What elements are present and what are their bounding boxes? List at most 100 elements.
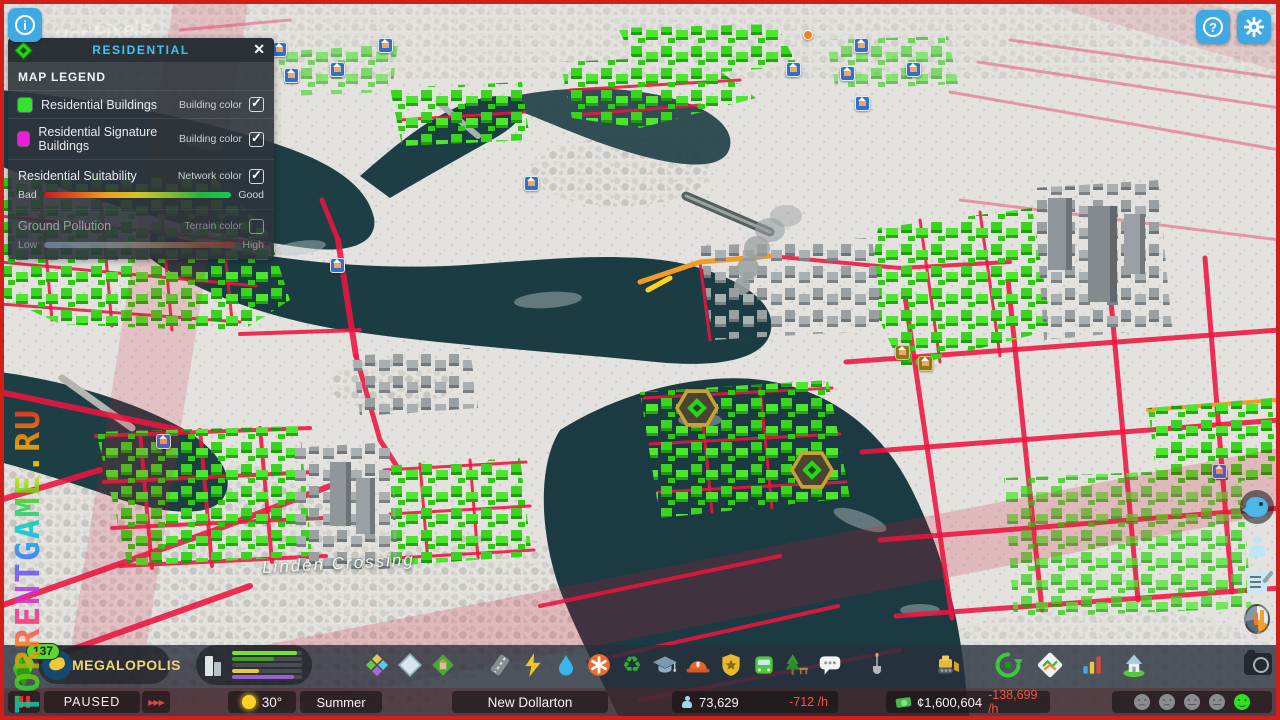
journal-button[interactable] (1244, 570, 1270, 596)
info-button[interactable]: i (8, 8, 42, 42)
housing-notification-marker[interactable] (854, 38, 869, 53)
statistics-tool[interactable] (1077, 650, 1107, 680)
signature-swatch (18, 132, 30, 146)
legend-label: Residential Suitability (18, 169, 137, 183)
chat-bubble-icon (819, 656, 841, 675)
infoview-panel: RESIDENTIAL ✕ MAP LEGEND Residential Bui… (8, 38, 274, 259)
housing-notification-marker[interactable] (284, 68, 299, 83)
residential-swatch (18, 97, 32, 112)
money-rate: -138,699 /h (988, 688, 1038, 716)
legend-row-suitability: Residential Suitability Network color Ba… (8, 159, 274, 209)
demand-bar-other (232, 675, 302, 679)
electricity-tool[interactable] (518, 650, 548, 680)
population-button[interactable]: 73,629 -712 /h (672, 691, 838, 713)
housing-notification-marker[interactable] (906, 62, 921, 77)
legend-label: Residential Buildings (41, 97, 158, 112)
chirper-button[interactable] (1240, 490, 1274, 524)
legend-label: Ground Pollution (18, 219, 112, 233)
face-sad-icon (1159, 694, 1175, 710)
fire-rescue-tool[interactable] (683, 650, 713, 680)
housing-notification-marker[interactable] (524, 176, 539, 191)
temperature-value: 30° (261, 694, 283, 710)
parks-recreation-tool[interactable] (782, 650, 812, 680)
legend-row-residential: Residential Buildings Building color (8, 90, 274, 118)
sim-state-label: PAUSED (44, 691, 140, 713)
zoning-tool[interactable] (362, 650, 392, 680)
city-building-icon (202, 652, 226, 678)
happiness-bar[interactable] (1112, 691, 1272, 713)
economy-button[interactable] (1244, 604, 1270, 634)
mode-label: Network color (177, 170, 242, 182)
housing-notification-marker[interactable] (272, 42, 287, 57)
chirper-bird-icon (1242, 497, 1268, 517)
housing-notification-marker[interactable] (330, 258, 345, 273)
bus-icon (755, 656, 773, 674)
terrain-icon (398, 653, 422, 677)
sun-icon (241, 695, 256, 709)
police-badge-icon (722, 654, 740, 676)
pause-icon (18, 696, 30, 708)
roads-tool[interactable] (485, 650, 515, 680)
healthcare-tool[interactable] (584, 650, 614, 680)
speed-button[interactable]: ▶▶▶ (142, 691, 170, 713)
bulldozer-tool[interactable] (933, 650, 963, 680)
money-icon (895, 696, 912, 708)
transportation-tool[interactable] (749, 650, 779, 680)
housing-notification-marker[interactable] (840, 66, 855, 81)
house-milestone-icon (1123, 654, 1145, 678)
pollution-checkbox[interactable] (249, 218, 264, 234)
zoning-icon (365, 654, 389, 677)
zone-levelup-icon (802, 460, 822, 480)
gear-icon (1243, 16, 1265, 38)
face-very-sad-icon (1134, 694, 1150, 710)
settings-button[interactable] (1237, 10, 1271, 44)
police-tool[interactable] (716, 650, 746, 680)
recycle-icon: ♻ (622, 652, 642, 677)
temperature-display: 30° (228, 691, 296, 713)
garbage-tool[interactable]: ♻ (617, 650, 647, 680)
housing-notification-marker[interactable] (1212, 464, 1227, 479)
housing-notification-marker[interactable] (156, 434, 171, 449)
suitability-checkbox[interactable] (249, 167, 264, 184)
economy-pie-icon (1244, 604, 1270, 634)
tree-bench-icon (785, 654, 808, 675)
landscaping-tool[interactable] (862, 650, 892, 680)
scale-min-label: Bad (18, 189, 37, 201)
pause-button[interactable] (8, 691, 40, 713)
service-marker[interactable] (895, 345, 910, 360)
housing-notification-marker[interactable] (378, 38, 393, 53)
residential-checkbox[interactable] (249, 95, 264, 112)
housing-notification-marker[interactable] (855, 96, 870, 111)
progression-tool[interactable] (993, 650, 1023, 680)
fire-helmet-icon (686, 661, 710, 673)
communications-tool[interactable] (815, 650, 845, 680)
service-marker[interactable] (918, 356, 933, 371)
water-drop-icon (559, 655, 573, 676)
bulldozer-icon (938, 655, 959, 674)
education-tool[interactable] (650, 650, 680, 680)
demand-bars (232, 651, 302, 679)
help-icon: ? (1203, 17, 1223, 37)
demand-bar-commercial (232, 657, 302, 661)
citizens-button[interactable] (1244, 534, 1270, 560)
signature-checkbox[interactable] (249, 130, 264, 147)
map-routes-tool[interactable] (1035, 650, 1065, 680)
photo-mode-button[interactable] (1244, 650, 1272, 675)
fast-forward-icon: ▶▶▶ (148, 697, 165, 707)
help-button[interactable]: ? (1196, 10, 1230, 44)
terrain-tool[interactable] (395, 650, 425, 680)
alert-dot-marker[interactable] (803, 30, 813, 40)
season-display: Summer (300, 691, 382, 713)
milestones-tool[interactable] (1119, 650, 1149, 680)
housing-notification-marker[interactable] (786, 62, 801, 77)
housing-notification-marker[interactable] (330, 62, 345, 77)
signature-buildings-tool[interactable] (428, 650, 458, 680)
close-icon[interactable]: ✕ (253, 41, 265, 58)
money-button[interactable]: ¢1,600,604 -138,699 /h (886, 688, 1050, 716)
right-tools-row (993, 650, 1161, 680)
money-value: ¢1,600,604 (917, 694, 983, 710)
demand-panel-button[interactable] (196, 645, 312, 685)
face-content-icon (1209, 694, 1225, 710)
water-sewage-tool[interactable] (551, 650, 581, 680)
lightning-icon (525, 653, 541, 677)
